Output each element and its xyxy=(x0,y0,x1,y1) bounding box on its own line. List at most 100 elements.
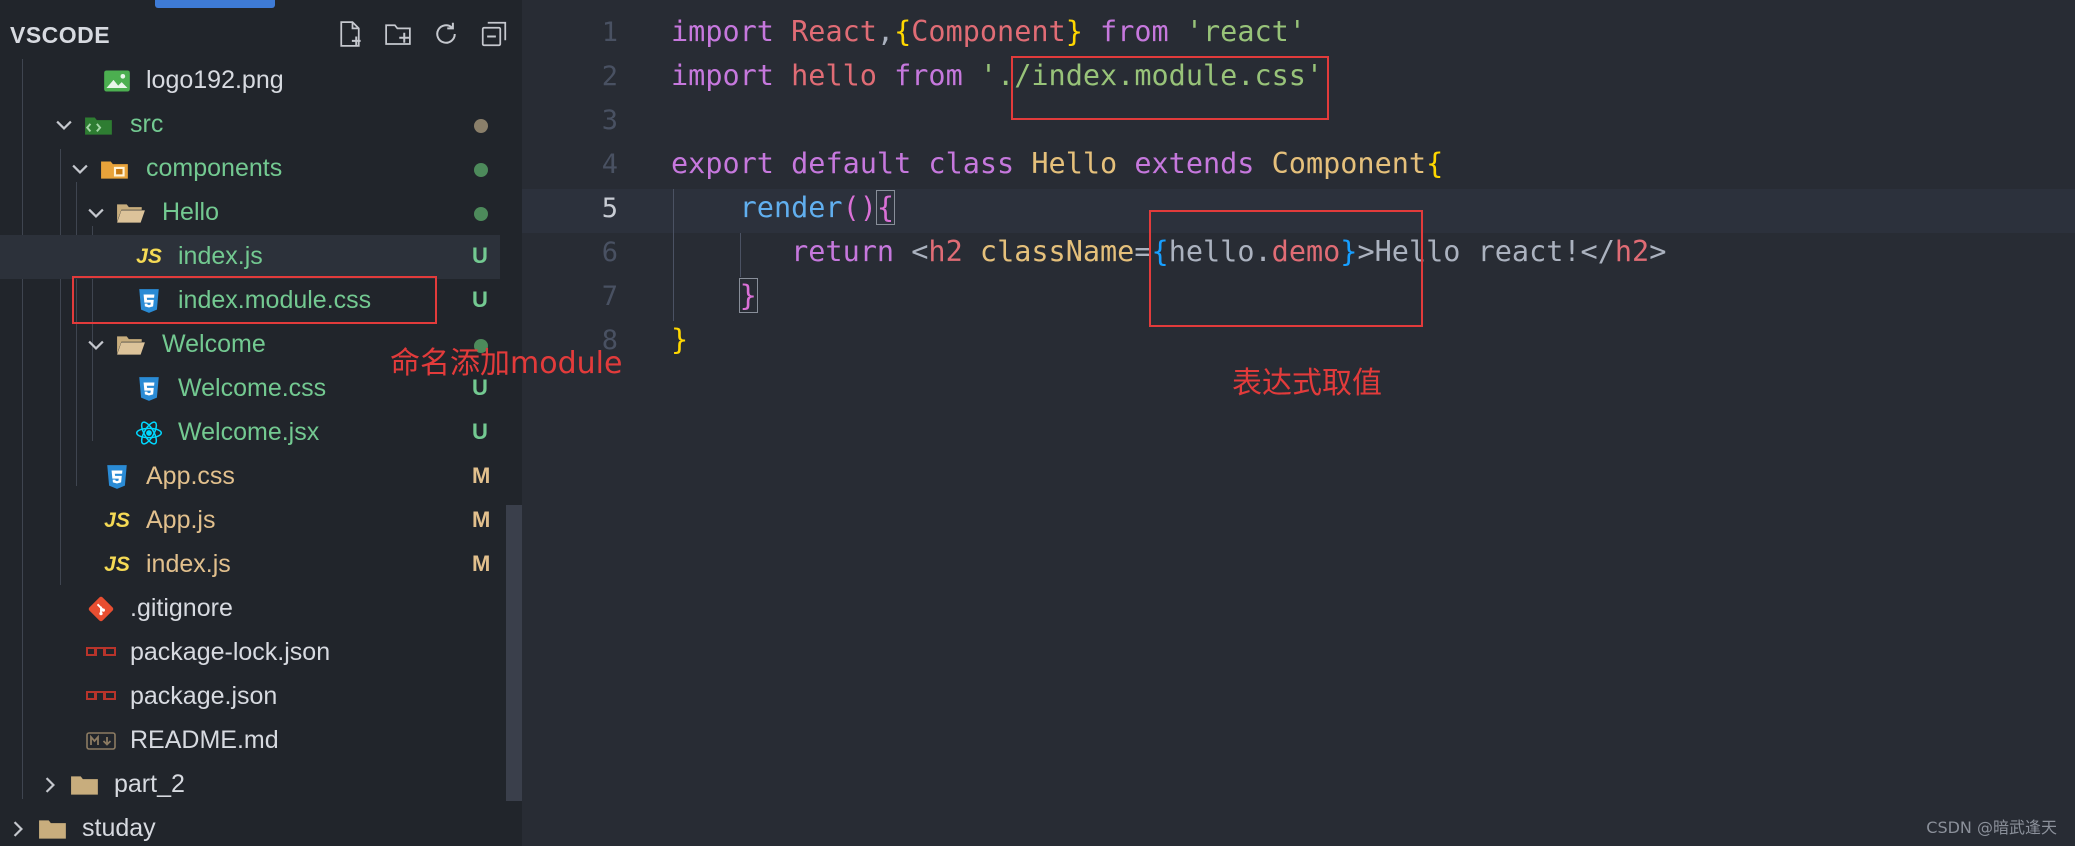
folder-open-icon xyxy=(116,331,146,359)
js-icon-text: JS xyxy=(136,245,162,268)
tree-item-label: index.js xyxy=(178,242,263,270)
tree-item-package-lock[interactable]: package-lock.json xyxy=(0,631,500,675)
git-status-badge: M xyxy=(472,463,491,488)
line-number-active: 5 xyxy=(601,193,618,224)
js-icon-text: JS xyxy=(104,553,130,576)
tok-keyword: default xyxy=(791,147,912,180)
git-status-badge: U xyxy=(472,287,488,312)
tok-keyword: from xyxy=(1100,15,1169,48)
watermark: CSDN @暗武逢天 xyxy=(1926,818,2057,837)
tree-item-part-2[interactable]: part_2 xyxy=(0,763,500,807)
tree-item-label: components xyxy=(146,154,283,182)
tok-string: ' xyxy=(979,59,998,92)
tree-item-label: Welcome xyxy=(162,330,266,358)
git-icon xyxy=(86,595,116,623)
tok-punct: </ xyxy=(1580,235,1615,268)
git-status-badge: M xyxy=(472,551,491,576)
line-number: 7 xyxy=(601,281,618,312)
tok-bracket-matched: } xyxy=(738,278,758,313)
tok-bracket: { xyxy=(1426,147,1444,180)
line-number: 2 xyxy=(601,61,618,92)
tok-keyword: extends xyxy=(1134,147,1255,180)
tok-bracket-matched: { xyxy=(875,190,896,225)
tok-keyword: import xyxy=(671,59,774,92)
code-line-4: export default class Hello extends Compo… xyxy=(671,147,1443,180)
tok-bracket: } xyxy=(1065,15,1083,48)
tree-item-package-json[interactable]: package.json xyxy=(0,675,500,719)
git-status-dot xyxy=(474,119,488,133)
tree-item-app-css[interactable]: App.css M xyxy=(0,455,500,499)
tree-item-welcome-jsx[interactable]: Welcome.jsx U xyxy=(0,411,500,455)
tree-item-label: src xyxy=(130,110,164,138)
tree-item-hello-index-js[interactable]: JS index.js U xyxy=(0,235,500,279)
tree-item-label: .gitignore xyxy=(130,594,233,622)
tok-tag: h2 xyxy=(1614,235,1650,268)
tree-item-gitignore[interactable]: .gitignore xyxy=(0,587,500,631)
tok-keyword: export xyxy=(671,147,774,180)
tok-attribute: className xyxy=(979,235,1135,268)
annotation-box-filename xyxy=(72,276,437,324)
code-line-5: render(){ xyxy=(671,190,896,225)
chevron-down-icon[interactable] xyxy=(82,331,110,359)
tree-item-label: Welcome.jsx xyxy=(178,418,320,446)
git-status-badge: M xyxy=(472,507,491,532)
react-icon xyxy=(134,419,164,447)
tree-item-label: package.json xyxy=(130,682,278,710)
line-number: 6 xyxy=(601,237,618,268)
tree-item-label: README.md xyxy=(130,726,279,754)
css-icon xyxy=(134,375,164,403)
tok-keyword: from xyxy=(894,59,963,92)
chevron-right-icon[interactable] xyxy=(36,771,64,799)
tok-function: render xyxy=(739,191,843,224)
new-folder-icon[interactable] xyxy=(382,18,414,50)
tree-item-src[interactable]: src xyxy=(0,103,500,147)
code-editor[interactable]: 1 2 3 4 5 6 7 8 import React,{Component}… xyxy=(522,0,2075,846)
git-status-dot xyxy=(474,207,488,221)
tree-item-components[interactable]: components xyxy=(0,147,500,191)
tok-class-name: Hello xyxy=(1031,147,1118,180)
chevron-right-icon[interactable] xyxy=(4,815,32,843)
image-icon xyxy=(102,67,132,95)
refresh-icon[interactable] xyxy=(430,18,462,50)
annotation-box-expression xyxy=(1149,210,1423,327)
markdown-icon xyxy=(86,727,116,755)
tok-identifier: React xyxy=(791,15,877,48)
sidebar-scrollbar[interactable] xyxy=(506,505,522,801)
annotation-box-import-path xyxy=(1011,56,1329,120)
line-number: 3 xyxy=(601,105,618,136)
tree-item-label: logo192.png xyxy=(146,66,284,94)
chevron-down-icon[interactable] xyxy=(66,155,94,183)
tok-keyword: import xyxy=(671,15,774,48)
tree-item-hello[interactable]: Hello xyxy=(0,191,500,235)
tree-item-label: package-lock.json xyxy=(130,638,331,666)
tree-item-logo192[interactable]: logo192.png xyxy=(0,59,500,103)
tree-item-app-js[interactable]: JS App.js M xyxy=(0,499,500,543)
tree-item-studay[interactable]: studay xyxy=(0,807,500,846)
tree-item-label: Hello xyxy=(162,198,219,226)
code-line-8: } xyxy=(671,323,688,356)
tok-keyword: return xyxy=(791,235,895,268)
npm-icon xyxy=(86,683,116,711)
chevron-down-icon[interactable] xyxy=(50,111,78,139)
new-file-icon[interactable] xyxy=(334,18,366,50)
tok-string: 'react' xyxy=(1185,15,1306,48)
js-icon: JS xyxy=(102,551,132,579)
git-status-badge: U xyxy=(472,419,488,444)
cut-off-line xyxy=(522,0,2075,4)
tok-punct: < xyxy=(911,235,929,268)
tok-keyword: class xyxy=(928,147,1015,180)
tree-item-src-index-js[interactable]: JS index.js M xyxy=(0,543,500,587)
code-line-1: import React,{Component} from 'react' xyxy=(671,15,1306,48)
tree-item-label: Welcome.css xyxy=(178,374,327,402)
explorer-sidebar: VSCODE logo192.png src components Hello … xyxy=(0,0,522,846)
collapse-all-icon[interactable] xyxy=(478,18,510,50)
tree-item-label: App.css xyxy=(146,462,235,490)
src-folder-icon xyxy=(84,111,114,139)
tree-item-label: App.js xyxy=(146,506,216,534)
chevron-down-icon[interactable] xyxy=(82,199,110,227)
tree-item-readme[interactable]: README.md xyxy=(0,719,500,763)
cut-off-tab-strip xyxy=(0,0,300,8)
js-icon-text: JS xyxy=(104,509,130,532)
components-folder-icon xyxy=(100,155,130,183)
tok-bracket: { xyxy=(894,15,912,48)
